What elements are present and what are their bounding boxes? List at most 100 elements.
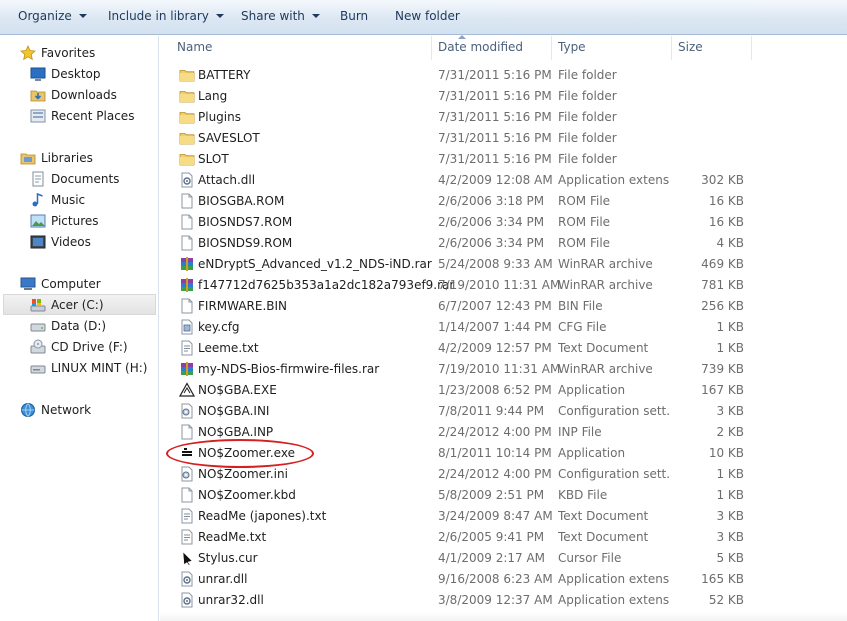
file-date-modified: 7/31/2011 5:16 PM	[438, 131, 552, 145]
file-type: ROM File	[558, 236, 611, 250]
file-name: NO$GBA.INI	[198, 404, 270, 418]
file-row[interactable]: Plugins 7/31/2011 5:16 PM File folder	[160, 107, 847, 128]
star-icon	[20, 45, 36, 61]
file-size: 165 KB	[701, 572, 744, 586]
file-row[interactable]: ReadMe.txt 2/6/2005 9:41 PM Text Document 3…	[160, 527, 847, 548]
file-row[interactable]: f147712d7625b353a1a2dc182a793ef9.rar 7/19…	[160, 275, 847, 296]
chevron-down-icon	[311, 13, 320, 18]
file-row[interactable]: BIOSNDS9.ROM 2/6/2006 3:34 PM ROM File 4 KB	[160, 233, 847, 254]
dll-file-icon	[181, 592, 193, 608]
file-type: WinRAR archive	[558, 278, 653, 292]
file-icon	[181, 235, 193, 251]
file-size: 3 KB	[716, 404, 744, 418]
desktop-icon	[30, 67, 46, 81]
file-row[interactable]: FIRMWARE.BIN 6/7/2007 12:43 PM BIN File 256…	[160, 296, 847, 317]
pictures-icon	[30, 214, 46, 228]
file-type: INP File	[558, 425, 602, 439]
computer-icon	[20, 277, 36, 290]
file-type: Configuration sett...	[558, 467, 670, 481]
file-row[interactable]: NO$GBA.INI 7/8/2011 9:44 PM Configuration …	[160, 401, 847, 422]
column-type[interactable]: Type	[558, 40, 586, 54]
file-row[interactable]: unrar32.dll 3/8/2009 12:37 AM Application …	[160, 590, 847, 611]
file-row[interactable]: BATTERY 7/31/2011 5:16 PM File folder	[160, 65, 847, 86]
cd-drive-icon	[30, 339, 46, 354]
file-row[interactable]: NO$GBA.EXE 1/23/2008 6:52 PM Application 16…	[160, 380, 847, 401]
file-date-modified: 7/19/2010 11:31 AM	[438, 362, 561, 376]
file-date-modified: 8/1/2011 10:14 PM	[438, 446, 552, 460]
file-date-modified: 5/24/2008 9:33 AM	[438, 257, 553, 271]
file-row[interactable]: Leeme.txt 4/2/2009 12:57 PM Text Document 1…	[160, 338, 847, 359]
documents-icon	[32, 171, 44, 187]
file-row[interactable]: Lang 7/31/2011 5:16 PM File folder	[160, 86, 847, 107]
file-size: 302 KB	[701, 173, 744, 187]
file-size: 2 KB	[716, 425, 744, 439]
file-type: Application extens...	[558, 593, 670, 607]
file-size: 5 KB	[716, 551, 744, 565]
list-bottom-edge	[160, 612, 847, 621]
column-size[interactable]: Size	[678, 40, 703, 54]
file-date-modified: 4/2/2009 12:57 PM	[438, 341, 552, 355]
file-row[interactable]: BIOSNDS7.ROM 2/6/2006 3:34 PM ROM File 16 K…	[160, 212, 847, 233]
column-divider[interactable]	[751, 36, 752, 60]
file-row[interactable]: BIOSGBA.ROM 2/6/2006 3:18 PM ROM File 16 KB	[160, 191, 847, 212]
file-row[interactable]: key.cfg 1/14/2007 1:44 PM CFG File 1 KB	[160, 317, 847, 338]
hard-drive-icon	[30, 323, 46, 332]
file-name: unrar32.dll	[198, 593, 264, 607]
file-type: File folder	[558, 110, 617, 124]
downloads-folder-icon	[30, 90, 46, 102]
file-row[interactable]: unrar.dll 9/16/2008 6:23 AM Application ex…	[160, 569, 847, 590]
include-in-library-button[interactable]: Include in library	[108, 9, 224, 23]
file-name: ReadMe (japones).txt	[198, 509, 327, 523]
file-icon	[181, 298, 193, 314]
column-divider[interactable]	[551, 36, 552, 60]
file-type: Application	[558, 446, 626, 460]
file-size: 16 KB	[708, 194, 744, 208]
file-name: my-NDS-Bios-firmwire-files.rar	[198, 362, 380, 376]
file-row[interactable]: SAVESLOT 7/31/2011 5:16 PM File folder	[160, 128, 847, 149]
text-document-icon	[181, 508, 193, 524]
column-name[interactable]: Name	[177, 40, 212, 54]
file-type: Application	[558, 383, 626, 397]
file-size: 167 KB	[701, 383, 744, 397]
file-row[interactable]: Attach.dll 4/2/2009 12:08 AM Application e…	[160, 170, 847, 191]
recent-places-icon	[30, 109, 46, 123]
videos-icon	[30, 235, 46, 249]
file-type: CFG File	[558, 320, 607, 334]
file-icon	[181, 214, 193, 230]
column-divider[interactable]	[431, 36, 432, 60]
file-name: NO$Zoomer.ini	[198, 467, 288, 481]
libraries-icon	[20, 153, 36, 165]
file-row[interactable]: eNDryptS_Advanced_v1.2_NDS-iND.rar 5/24/2…	[160, 254, 847, 275]
file-size: 1 KB	[716, 320, 744, 334]
winrar-archive-icon	[181, 278, 193, 292]
organize-button[interactable]: Organize	[18, 9, 87, 23]
burn-button[interactable]: Burn	[340, 9, 368, 23]
system-drive-icon	[30, 299, 46, 312]
cursor-file-icon	[182, 551, 193, 566]
winrar-archive-icon	[181, 362, 193, 376]
file-name: ReadMe.txt	[198, 530, 267, 544]
file-row[interactable]: NO$Zoomer.kbd 5/8/2009 2:51 PM KBD File 1 K…	[160, 485, 847, 506]
file-date-modified: 2/24/2012 4:00 PM	[438, 467, 552, 481]
new-folder-button[interactable]: New folder	[395, 9, 460, 23]
column-date-modified[interactable]: Date modified	[438, 40, 523, 54]
file-date-modified: 5/8/2009 2:51 PM	[438, 488, 545, 502]
file-name: Plugins	[198, 110, 241, 124]
share-with-button[interactable]: Share with	[241, 9, 320, 23]
file-type: Configuration sett...	[558, 404, 670, 418]
file-row[interactable]: SLOT 7/31/2011 5:16 PM File folder	[160, 149, 847, 170]
column-divider[interactable]	[671, 36, 672, 60]
file-name: eNDryptS_Advanced_v1.2_NDS-iND.rar	[198, 257, 432, 271]
file-row[interactable]: Stylus.cur 4/1/2009 2:17 AM Cursor File 5 K…	[160, 548, 847, 569]
file-type: BIN File	[558, 299, 603, 313]
file-type: Text Document	[558, 509, 649, 523]
file-date-modified: 1/23/2008 6:52 PM	[438, 383, 552, 397]
file-icon	[181, 424, 193, 440]
file-icon	[181, 487, 193, 503]
file-row[interactable]: ReadMe (japones).txt 3/24/2009 8:47 AM Tex…	[160, 506, 847, 527]
file-name: NO$GBA.INP	[198, 425, 274, 439]
file-row[interactable]: my-NDS-Bios-firmwire-files.rar 7/19/2010 …	[160, 359, 847, 380]
column-header: Name Date modified Type Size	[160, 35, 847, 60]
file-name: NO$Zoomer.kbd	[198, 488, 296, 502]
settings-file-icon	[181, 466, 193, 482]
